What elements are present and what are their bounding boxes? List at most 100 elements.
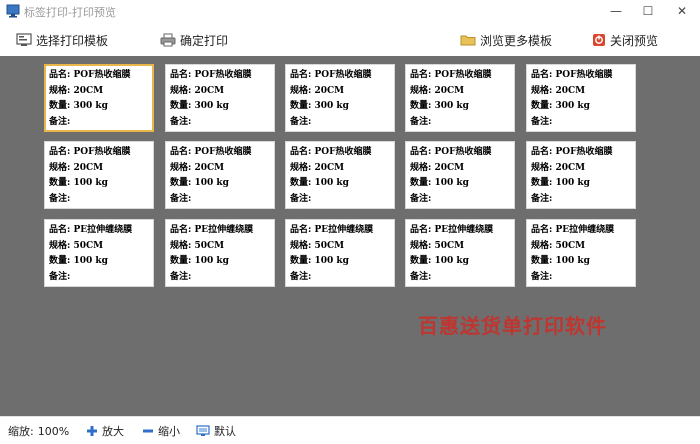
- label-card[interactable]: 品名: PE拉伸缠绕膜 规格: 50CM 数量: 100 kg 备注:: [165, 219, 275, 287]
- qty-key: 数量:: [410, 256, 432, 266]
- spec-value: 20CM: [73, 162, 104, 173]
- spec-key: 规格:: [531, 240, 553, 251]
- qty-value: 300 kg: [555, 101, 590, 111]
- qty-key: 数量:: [531, 178, 553, 188]
- confirm-print-button[interactable]: 确定打印: [160, 31, 228, 49]
- spec-key: 规格:: [290, 162, 312, 173]
- name-key: 品名:: [170, 70, 192, 80]
- name-value: POF热收缩膜: [555, 147, 613, 157]
- qty-key: 数量:: [170, 256, 192, 266]
- name-key: 品名:: [410, 70, 432, 80]
- spec-value: 20CM: [314, 162, 345, 173]
- qty-value: 100 kg: [434, 178, 469, 188]
- watermark-text: 百惠送货单打印软件: [418, 314, 607, 338]
- label-card[interactable]: 品名: POF热收缩膜 规格: 20CM 数量: 100 kg 备注:: [44, 141, 154, 209]
- label-card[interactable]: 品名: POF热收缩膜 规格: 20CM 数量: 300 kg 备注:: [44, 64, 154, 132]
- spec-value: 50CM: [434, 240, 465, 251]
- label-card[interactable]: 品名: POF热收缩膜 规格: 20CM 数量: 300 kg 备注:: [165, 64, 275, 132]
- name-key: 品名:: [290, 70, 312, 80]
- minimize-button[interactable]: —: [606, 2, 626, 20]
- spec-key: 规格:: [410, 240, 432, 251]
- spec-key: 规格:: [170, 85, 192, 96]
- name-key: 品名:: [531, 225, 553, 235]
- spec-key: 规格:: [410, 162, 432, 173]
- spec-key: 规格:: [170, 162, 192, 173]
- zoom-out-button[interactable]: 缩小: [142, 423, 180, 439]
- note-key: 备注:: [170, 116, 192, 127]
- select-template-button[interactable]: 选择打印模板: [16, 31, 108, 49]
- browse-templates-button[interactable]: 浏览更多模板: [460, 31, 552, 49]
- label-card[interactable]: 品名: POF热收缩膜 规格: 20CM 数量: 100 kg 备注:: [405, 141, 515, 209]
- name-value: POF热收缩膜: [73, 147, 131, 157]
- qty-key: 数量:: [170, 178, 192, 188]
- zoom-label: 缩放:: [8, 425, 34, 438]
- toolbar: 选择打印模板 确定打印 浏览更多模板 关闭预览: [0, 24, 700, 56]
- app-icon: [6, 4, 20, 18]
- qty-value: 100 kg: [555, 178, 590, 188]
- folder-icon: [460, 35, 476, 46]
- qty-value: 300 kg: [73, 101, 108, 111]
- note-key: 备注:: [49, 116, 71, 127]
- note-key: 备注:: [290, 193, 312, 204]
- name-value: POF热收缩膜: [314, 147, 372, 157]
- name-key: 品名:: [531, 147, 553, 157]
- name-key: 品名:: [170, 147, 192, 157]
- close-window-button[interactable]: ✕: [672, 2, 692, 20]
- name-value: PE拉伸缠绕膜: [314, 225, 374, 235]
- label-card[interactable]: 品名: PE拉伸缠绕膜 规格: 50CM 数量: 100 kg 备注:: [285, 219, 395, 287]
- name-key: 品名:: [410, 225, 432, 235]
- note-key: 备注:: [49, 193, 71, 204]
- spec-key: 规格:: [410, 85, 432, 96]
- label-card[interactable]: 品名: POF热收缩膜 规格: 20CM 数量: 100 kg 备注:: [285, 141, 395, 209]
- zoom-indicator: 缩放: 100%: [8, 423, 69, 439]
- name-key: 品名:: [49, 225, 71, 235]
- qty-key: 数量:: [170, 101, 192, 111]
- note-key: 备注:: [290, 116, 312, 127]
- name-key: 品名:: [410, 147, 432, 157]
- name-key: 品名:: [531, 70, 553, 80]
- label-card[interactable]: 品名: PE拉伸缠绕膜 规格: 50CM 数量: 100 kg 备注:: [526, 219, 636, 287]
- qty-key: 数量:: [49, 256, 71, 266]
- reset-zoom-button[interactable]: 默认: [196, 423, 236, 439]
- zoom-in-button[interactable]: 放大: [86, 423, 124, 439]
- spec-value: 20CM: [434, 85, 465, 96]
- close-preview-label: 关闭预览: [610, 33, 659, 48]
- qty-key: 数量:: [531, 256, 553, 266]
- name-value: POF热收缩膜: [314, 70, 372, 80]
- qty-value: 100 kg: [314, 256, 349, 266]
- zoom-out-label: 缩小: [158, 425, 180, 438]
- spec-value: 20CM: [73, 85, 104, 96]
- label-card[interactable]: 品名: POF热收缩膜 规格: 20CM 数量: 100 kg 备注:: [526, 141, 636, 209]
- name-key: 品名:: [49, 147, 71, 157]
- qty-value: 100 kg: [73, 178, 108, 188]
- qty-value: 100 kg: [194, 178, 229, 188]
- label-card[interactable]: 品名: PE拉伸缠绕膜 规格: 50CM 数量: 100 kg 备注:: [44, 219, 154, 287]
- label-card[interactable]: 品名: PE拉伸缠绕膜 规格: 50CM 数量: 100 kg 备注:: [405, 219, 515, 287]
- note-key: 备注:: [49, 271, 71, 282]
- maximize-button[interactable]: ☐: [638, 2, 658, 20]
- label-card[interactable]: 品名: POF热收缩膜 规格: 20CM 数量: 300 kg 备注:: [526, 64, 636, 132]
- note-key: 备注:: [531, 193, 553, 204]
- spec-key: 规格:: [531, 162, 553, 173]
- label-card[interactable]: 品名: POF热收缩膜 规格: 20CM 数量: 300 kg 备注:: [285, 64, 395, 132]
- browse-templates-label: 浏览更多模板: [480, 33, 553, 48]
- qty-value: 300 kg: [194, 101, 229, 111]
- qty-key: 数量:: [49, 101, 71, 111]
- name-key: 品名:: [290, 147, 312, 157]
- label-card[interactable]: 品名: POF热收缩膜 规格: 20CM 数量: 100 kg 备注:: [165, 141, 275, 209]
- spec-value: 50CM: [555, 240, 586, 251]
- qty-value: 300 kg: [314, 101, 349, 111]
- label-card[interactable]: 品名: POF热收缩膜 规格: 20CM 数量: 300 kg 备注:: [405, 64, 515, 132]
- close-preview-button[interactable]: 关闭预览: [592, 31, 658, 49]
- qty-key: 数量:: [410, 178, 432, 188]
- qty-value: 100 kg: [73, 256, 108, 266]
- qty-value: 300 kg: [434, 101, 469, 111]
- reset-zoom-label: 默认: [214, 425, 236, 438]
- spec-value: 20CM: [314, 85, 345, 96]
- minus-icon: [143, 429, 153, 433]
- qty-key: 数量:: [531, 101, 553, 111]
- template-icon: [16, 33, 32, 46]
- qty-value: 100 kg: [555, 256, 590, 266]
- qty-value: 100 kg: [194, 256, 229, 266]
- name-value: POF热收缩膜: [194, 70, 252, 80]
